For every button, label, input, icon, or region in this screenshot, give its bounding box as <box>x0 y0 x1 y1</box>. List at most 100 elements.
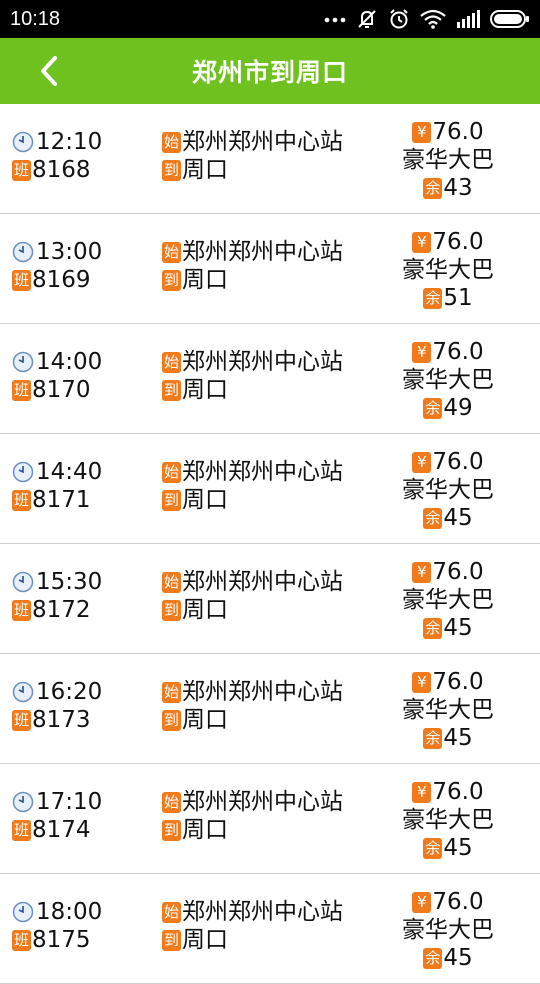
trip-row[interactable]: 16:20 班 8173 始郑州郑州中心站 到周口 ¥76.0 豪华大巴 余 45 <box>0 654 540 764</box>
trip-time-col: 13:00 班 8169 <box>12 238 102 294</box>
trip-price: 76.0 <box>432 449 484 475</box>
trip-info-col: ¥76.0 豪华大巴 余 45 <box>398 668 498 752</box>
bus-type: 豪华大巴 <box>402 917 494 943</box>
trip-time-col: 16:20 班 8173 <box>12 678 102 734</box>
trip-price: 76.0 <box>432 669 484 695</box>
arrive-badge: 到 <box>162 269 181 291</box>
start-badge: 始 <box>162 461 181 483</box>
start-badge: 始 <box>162 681 181 703</box>
trip-price: 76.0 <box>432 119 484 145</box>
arrive-badge: 到 <box>162 489 181 511</box>
start-badge: 始 <box>162 241 181 263</box>
price-badge: ¥ <box>412 891 432 913</box>
back-button[interactable] <box>28 50 70 92</box>
trip-info-col: ¥76.0 豪华大巴 余 43 <box>398 118 498 202</box>
trip-time: 14:40 <box>36 459 103 485</box>
trip-route-col: 始郑州郑州中心站 到周口 <box>162 458 343 514</box>
price-badge: ¥ <box>412 561 432 583</box>
price-badge: ¥ <box>412 671 432 693</box>
trip-from: 郑州郑州中心站 <box>182 349 343 375</box>
trip-info-col: ¥76.0 豪华大巴 余 45 <box>398 558 498 642</box>
remain-badge: 余 <box>423 947 443 969</box>
trip-time: 16:20 <box>36 679 103 705</box>
shift-badge: 班 <box>12 269 31 291</box>
trip-time-col: 14:00 班 8170 <box>12 348 102 404</box>
arrive-badge: 到 <box>162 599 181 621</box>
seats-left: 51 <box>443 285 473 311</box>
trip-time-col: 14:40 班 8171 <box>12 458 102 514</box>
status-time: 10:18 <box>10 7 61 30</box>
clock-icon <box>12 461 34 483</box>
trip-list[interactable]: 12:10 班 8168 始郑州郑州中心站 到周口 ¥76.0 豪华大巴 余 43 … <box>0 104 540 984</box>
remain-badge: 余 <box>423 287 443 309</box>
clock-icon <box>12 681 34 703</box>
trip-number: 8168 <box>32 157 91 183</box>
trip-number: 8173 <box>32 707 91 733</box>
shift-badge: 班 <box>12 489 31 511</box>
price-badge: ¥ <box>412 231 432 253</box>
clock-icon <box>12 351 34 373</box>
trip-row[interactable]: 18:00 班 8175 始郑州郑州中心站 到周口 ¥76.0 豪华大巴 余 45 <box>0 874 540 984</box>
seats-left: 45 <box>443 505 473 531</box>
remain-badge: 余 <box>423 397 443 419</box>
start-badge: 始 <box>162 351 181 373</box>
trip-time-col: 12:10 班 8168 <box>12 128 102 184</box>
trip-price: 76.0 <box>432 779 484 805</box>
trip-from: 郑州郑州中心站 <box>182 679 343 705</box>
trip-row[interactable]: 14:40 班 8171 始郑州郑州中心站 到周口 ¥76.0 豪华大巴 余 45 <box>0 434 540 544</box>
arrive-badge: 到 <box>162 379 181 401</box>
page-title: 郑州市到周口 <box>191 58 348 87</box>
trip-route-col: 始郑州郑州中心站 到周口 <box>162 348 343 404</box>
trip-from: 郑州郑州中心站 <box>182 239 343 265</box>
trip-from: 郑州郑州中心站 <box>182 899 343 925</box>
bus-type: 豪华大巴 <box>402 697 494 723</box>
trip-price: 76.0 <box>432 229 484 255</box>
trip-price: 76.0 <box>432 889 484 915</box>
trip-row[interactable]: 13:00 班 8169 始郑州郑州中心站 到周口 ¥76.0 豪华大巴 余 51 <box>0 214 540 324</box>
trip-from: 郑州郑州中心站 <box>182 459 343 485</box>
arrive-badge: 到 <box>162 819 181 841</box>
start-badge: 始 <box>162 571 181 593</box>
trip-number: 8174 <box>32 817 91 843</box>
seats-left: 45 <box>443 945 473 971</box>
trip-number: 8170 <box>32 377 91 403</box>
trip-time: 15:30 <box>36 569 103 595</box>
trip-number: 8175 <box>32 927 91 953</box>
trip-row[interactable]: 17:10 班 8174 始郑州郑州中心站 到周口 ¥76.0 豪华大巴 余 45 <box>0 764 540 874</box>
clock-icon <box>12 571 34 593</box>
trip-row[interactable]: 14:00 班 8170 始郑州郑州中心站 到周口 ¥76.0 豪华大巴 余 49 <box>0 324 540 434</box>
trip-time-col: 17:10 班 8174 <box>12 788 102 844</box>
trip-route-col: 始郑州郑州中心站 到周口 <box>162 788 343 844</box>
more-dots-icon <box>324 17 346 23</box>
arrive-badge: 到 <box>162 709 181 731</box>
remain-badge: 余 <box>423 727 443 749</box>
remain-badge: 余 <box>423 617 443 639</box>
trip-route-col: 始郑州郑州中心站 到周口 <box>162 568 343 624</box>
remain-badge: 余 <box>423 837 443 859</box>
mute-icon <box>358 10 376 28</box>
trip-to: 周口 <box>182 707 228 733</box>
clock-icon <box>12 241 34 263</box>
price-badge: ¥ <box>412 451 432 473</box>
shift-badge: 班 <box>12 929 31 951</box>
trip-row[interactable]: 12:10 班 8168 始郑州郑州中心站 到周口 ¥76.0 豪华大巴 余 43 <box>0 104 540 214</box>
start-badge: 始 <box>162 131 181 153</box>
trip-from: 郑州郑州中心站 <box>182 789 343 815</box>
trip-to: 周口 <box>182 487 228 513</box>
trip-info-col: ¥76.0 豪华大巴 余 45 <box>398 888 498 972</box>
trip-time: 18:00 <box>36 899 103 925</box>
bus-type: 豪华大巴 <box>402 367 494 393</box>
shift-badge: 班 <box>12 159 31 181</box>
seats-left: 45 <box>443 835 473 861</box>
trip-to: 周口 <box>182 377 228 403</box>
trip-route-col: 始郑州郑州中心站 到周口 <box>162 238 343 294</box>
signal-icon <box>457 10 480 28</box>
trip-info-col: ¥76.0 豪华大巴 余 51 <box>398 228 498 312</box>
trip-from: 郑州郑州中心站 <box>182 129 343 155</box>
price-badge: ¥ <box>412 781 432 803</box>
trip-row[interactable]: 15:30 班 8172 始郑州郑州中心站 到周口 ¥76.0 豪华大巴 余 45 <box>0 544 540 654</box>
bus-type: 豪华大巴 <box>402 147 494 173</box>
trip-time-col: 18:00 班 8175 <box>12 898 102 954</box>
trip-to: 周口 <box>182 267 228 293</box>
trip-price: 76.0 <box>432 559 484 585</box>
